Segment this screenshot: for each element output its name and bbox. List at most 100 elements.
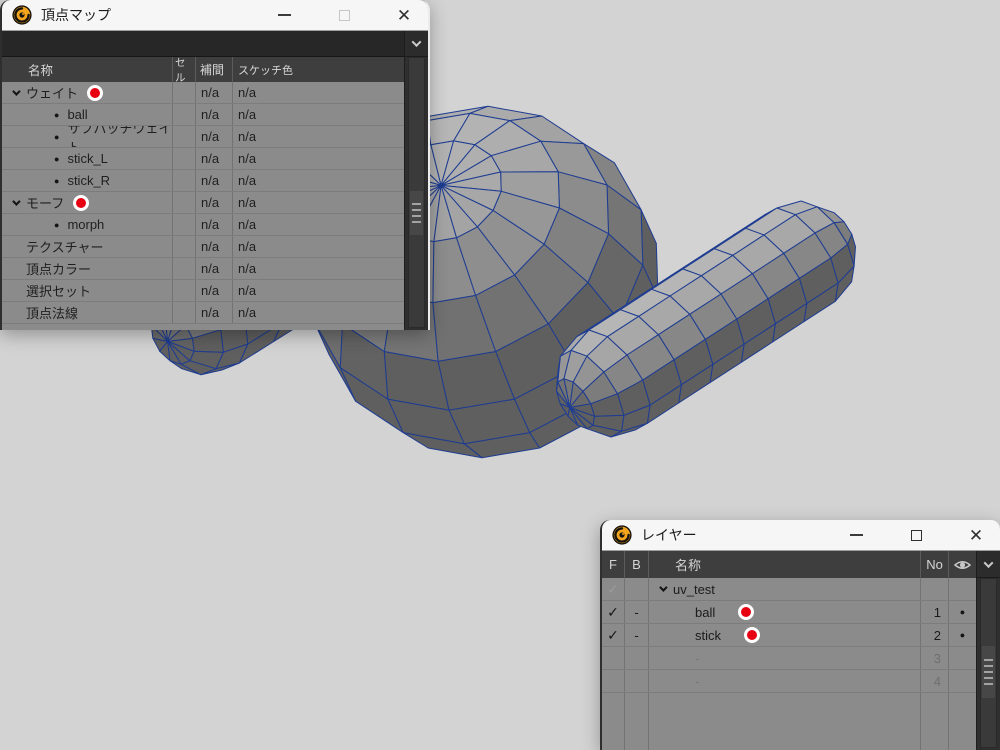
chevron-down-icon: [659, 583, 667, 591]
column-header-interp: 補間: [195, 57, 232, 82]
vertex-map-sketch-value: n/a: [232, 192, 404, 213]
expand-collapse-icon[interactable]: [8, 200, 22, 206]
vertex-map-name-label: ball: [67, 107, 87, 122]
vertex-map-name-label: 頂点カラー: [26, 259, 91, 278]
vertex-map-name-cell: 選択セット: [2, 280, 172, 301]
layer-dropdown-button[interactable]: [977, 551, 1000, 578]
freeze-checkbox[interactable]: ✓: [602, 578, 624, 600]
visibility-toggle[interactable]: [948, 670, 976, 692]
vertex-map-name-cell: モーフ: [2, 192, 172, 213]
vertex-map-title: 頂点マップ: [41, 5, 111, 25]
layer-name-cell: -: [648, 647, 920, 669]
metasequoia-app-icon: [612, 525, 632, 545]
freeze-checkbox[interactable]: ✓: [602, 601, 624, 623]
b-toggle[interactable]: [624, 670, 648, 692]
vertex-map-row[interactable]: ●stick_Ln/an/a: [2, 148, 404, 170]
vertex-map-row[interactable]: ●balln/an/a: [2, 104, 404, 126]
layer-panel: レイヤー ✕ F B 名称 No ✓uv_test✓-ball1●✓-stick…: [600, 520, 1000, 750]
scrollbar-handle[interactable]: [982, 646, 995, 698]
vertex-map-toolbar[interactable]: [2, 31, 404, 57]
bullet-icon: ●: [54, 176, 59, 186]
vertex-map-row[interactable]: テクスチャーn/an/a: [2, 236, 404, 258]
b-toggle[interactable]: -: [624, 624, 648, 646]
vertex-map-cell-value: [172, 280, 195, 301]
vertex-map-sketch-value: n/a: [232, 236, 404, 257]
visibility-toggle[interactable]: ●: [948, 624, 976, 646]
empty-cell: [602, 693, 624, 750]
vertex-map-panel: 頂点マップ ✕ 名称 セル 補間 スケッチ色 ウェイトn/an/a●balln/…: [0, 0, 430, 330]
expand-collapse-icon[interactable]: [8, 90, 22, 96]
visibility-toggle[interactable]: [948, 578, 976, 600]
vertex-map-row[interactable]: モーフn/an/a: [2, 192, 404, 214]
visibility-toggle[interactable]: [948, 647, 976, 669]
column-header-b: B: [624, 551, 648, 578]
vertex-map-titlebar[interactable]: 頂点マップ ✕: [2, 0, 428, 31]
vertex-map-name-label: stick_L: [67, 151, 107, 166]
vertex-map-row[interactable]: ●morphn/an/a: [2, 214, 404, 236]
layer-scrollbar[interactable]: [980, 578, 997, 748]
vertex-map-row[interactable]: 頂点法線n/an/a: [2, 302, 404, 324]
empty-cell: [648, 693, 920, 750]
layer-row[interactable]: ✓-stick2●: [602, 624, 976, 647]
vertex-map-row[interactable]: ●stick_Rn/an/a: [2, 170, 404, 192]
column-header-name: 名称: [648, 551, 920, 578]
layer-column-header: F B 名称 No: [602, 551, 976, 578]
visible-dot-icon: ●: [960, 630, 965, 640]
vertex-map-row[interactable]: 頂点カラーn/an/a: [2, 258, 404, 280]
vertex-map-interp-value: n/a: [195, 170, 232, 191]
active-indicator-dot[interactable]: [76, 198, 86, 208]
vertex-map-dropdown-button[interactable]: [405, 31, 428, 57]
vertex-map-name-cell: テクスチャー: [2, 236, 172, 257]
active-indicator-dot[interactable]: [747, 630, 757, 640]
layer-row[interactable]: ✓-ball1●: [602, 601, 976, 624]
vertex-map-cell-value: [172, 258, 195, 279]
close-button[interactable]: ✕: [388, 0, 420, 30]
vertex-map-name-cell: 頂点カラー: [2, 258, 172, 279]
layer-row[interactable]: -3: [602, 647, 976, 670]
visibility-toggle[interactable]: ●: [948, 601, 976, 623]
layer-titlebar[interactable]: レイヤー ✕: [602, 520, 1000, 551]
freeze-checkbox[interactable]: ✓: [602, 624, 624, 646]
expand-collapse-icon[interactable]: [655, 586, 669, 592]
vertex-map-sketch-value: n/a: [232, 258, 404, 279]
vertex-map-row[interactable]: ウェイトn/an/a: [2, 82, 404, 104]
minimize-button[interactable]: [268, 0, 300, 30]
visible-dot-icon: ●: [960, 607, 965, 617]
grip-line: [984, 671, 993, 673]
vertex-map-interp-value: n/a: [195, 214, 232, 235]
vertex-map-name-label: モーフ: [26, 193, 64, 212]
layer-list: ✓uv_test✓-ball1●✓-stick2●-3-4: [602, 578, 976, 750]
close-button[interactable]: ✕: [960, 520, 992, 550]
freeze-checkbox[interactable]: [602, 647, 624, 669]
scrollbar-handle[interactable]: [410, 191, 423, 235]
maximize-button[interactable]: [328, 0, 360, 30]
vertex-map-name-label: stick_R: [67, 173, 110, 188]
layer-row[interactable]: -4: [602, 670, 976, 693]
grip-line: [984, 677, 993, 679]
minimize-button[interactable]: [840, 520, 872, 550]
b-toggle[interactable]: [624, 647, 648, 669]
b-toggle[interactable]: -: [624, 601, 648, 623]
vertex-map-row[interactable]: 選択セットn/an/a: [2, 280, 404, 302]
vertex-map-scrollbar[interactable]: [408, 57, 425, 328]
column-header-cell: セル: [172, 57, 195, 82]
active-indicator-dot[interactable]: [741, 607, 751, 617]
layer-name-label: ball: [695, 605, 715, 620]
vertex-map-interp-value: n/a: [195, 148, 232, 169]
chevron-down-icon: [12, 197, 20, 205]
layer-row[interactable]: ✓uv_test: [602, 578, 976, 601]
chevron-down-icon: [984, 558, 994, 568]
active-indicator-dot[interactable]: [90, 88, 100, 98]
vertex-map-sketch-value: n/a: [232, 280, 404, 301]
vertex-map-name-label: 選択セット: [26, 281, 91, 300]
freeze-checkbox[interactable]: [602, 670, 624, 692]
maximize-button[interactable]: [900, 520, 932, 550]
vertex-map-name-cell: ● stick_L: [2, 148, 172, 169]
layer-name-cell: ball: [648, 601, 920, 623]
bullet-icon: ●: [54, 154, 59, 164]
vertex-map-name-label: 頂点法線: [26, 303, 78, 322]
vertex-map-column-header: 名称 セル 補間 スケッチ色: [2, 57, 404, 82]
b-toggle[interactable]: [624, 578, 648, 600]
bullet-icon: ●: [54, 220, 59, 230]
vertex-map-row[interactable]: ●サブパッチウェイトn/an/a: [2, 126, 404, 148]
